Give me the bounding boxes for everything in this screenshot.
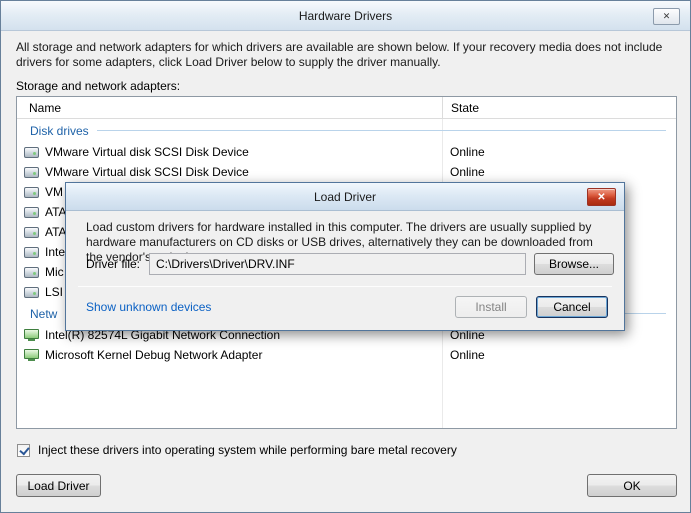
- column-header-state[interactable]: State: [442, 97, 676, 118]
- disk-icon: [24, 166, 39, 178]
- device-name: VMware Virtual disk SCSI Disk Device: [45, 145, 249, 159]
- table-header: Name State: [17, 97, 676, 119]
- network-icon: [24, 349, 39, 361]
- modal-footer: Show unknown devices Install Cancel: [86, 294, 608, 320]
- driver-file-label: Driver file:: [86, 257, 141, 271]
- adapters-label: Storage and network adapters:: [16, 79, 181, 93]
- inject-drivers-checkbox-row[interactable]: Inject these drivers into operating syst…: [17, 443, 457, 457]
- device-state: Online: [450, 145, 485, 159]
- close-icon: ✕: [662, 11, 671, 21]
- column-header-name[interactable]: Name: [17, 97, 442, 118]
- table-row[interactable]: Microsoft Kernel Debug Network Adapter On…: [17, 345, 676, 365]
- device-name: VMware Virtual disk SCSI Disk Device: [45, 165, 249, 179]
- inject-drivers-checkbox[interactable]: [17, 443, 30, 457]
- device-name: Microsoft Kernel Debug Network Adapter: [45, 348, 263, 362]
- modal-close-button[interactable]: ✕: [587, 188, 616, 206]
- group-header: Disk drives: [17, 119, 676, 142]
- disk-icon: [24, 146, 39, 158]
- close-button[interactable]: ✕: [653, 8, 680, 25]
- inject-drivers-label: Inject these drivers into operating syst…: [38, 443, 457, 457]
- titlebar[interactable]: Hardware Drivers ✕: [1, 1, 690, 31]
- modal-close-icon: ✕: [597, 191, 606, 203]
- group-label: Disk drives: [30, 123, 89, 138]
- modal-titlebar[interactable]: Load Driver ✕: [66, 183, 624, 211]
- screen: Hardware Drivers ✕ All storage and netwo…: [0, 0, 691, 513]
- browse-button[interactable]: Browse...: [534, 253, 614, 275]
- footer-divider: [78, 286, 612, 287]
- device-state: Online: [450, 348, 485, 362]
- group-label: Netw: [30, 306, 58, 321]
- disk-icon: [24, 186, 39, 198]
- disk-icon: [24, 226, 39, 238]
- network-icon: [24, 329, 39, 341]
- modal-title: Load Driver: [313, 189, 377, 204]
- window-title: Hardware Drivers: [298, 8, 393, 23]
- description-text: All storage and network adapters for whi…: [16, 40, 663, 69]
- table-row[interactable]: VMware Virtual disk SCSI Disk Device Onli…: [17, 142, 676, 162]
- driver-file-row: Driver file: Browse...: [86, 253, 614, 275]
- table-row[interactable]: VMware Virtual disk SCSI Disk Device Onli…: [17, 162, 676, 182]
- device-state: Online: [450, 165, 485, 179]
- cancel-button[interactable]: Cancel: [536, 296, 608, 318]
- install-button[interactable]: Install: [455, 296, 527, 318]
- load-driver-dialog: Load Driver ✕ Load custom drivers for ha…: [65, 182, 625, 331]
- disk-icon: [24, 286, 39, 298]
- group-divider-line: [96, 130, 666, 131]
- load-driver-button[interactable]: Load Driver: [16, 474, 101, 497]
- disk-icon: [24, 206, 39, 218]
- show-unknown-devices-link[interactable]: Show unknown devices: [86, 300, 211, 314]
- disk-icon: [24, 246, 39, 258]
- ok-button[interactable]: OK: [587, 474, 677, 497]
- driver-file-input[interactable]: [149, 253, 526, 275]
- disk-icon: [24, 266, 39, 278]
